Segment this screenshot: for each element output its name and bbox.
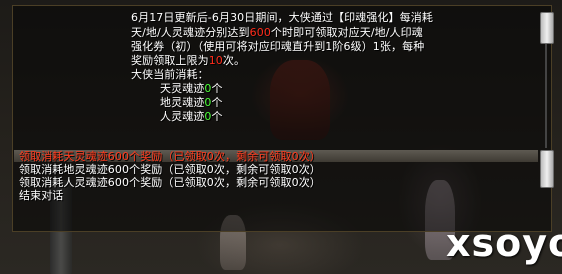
info-line-2: 天/地/人灵魂迹分别达到600个时即可领取对应天/地/人印魂 xyxy=(131,26,423,39)
info-claim-limit: 10 xyxy=(208,54,223,67)
game-scene: 6月17日更新后-6月30日期间，大侠通过【印魂强化】每消耗 天/地/人灵魂迹分… xyxy=(0,0,562,274)
consumption-row-human: 人灵魂迹0个 xyxy=(160,110,223,123)
scrollbar-thumb-options[interactable] xyxy=(540,150,554,188)
scrollbar-track[interactable] xyxy=(545,44,547,148)
consumption-label: 天灵魂迹 xyxy=(160,82,205,95)
info-line-3: 强化券（初）（使用可将对应印魂直升到1阶6级）1张，每种 xyxy=(131,40,424,53)
info-required-count: 600 xyxy=(249,26,271,39)
info-line-1-text: 6月17日更新后-6月30日期间，大侠通过【印魂强化】每消耗 xyxy=(131,11,433,24)
info-line-4-text-b: 次。 xyxy=(222,54,246,67)
option-end-dialog[interactable]: 结束对话 xyxy=(19,189,63,202)
consumption-unit: 个 xyxy=(211,110,223,123)
info-line-4-text-a: 奖励领取上限为 xyxy=(131,54,209,67)
consumption-row-heaven: 天灵魂迹0个 xyxy=(160,82,223,95)
consumption-unit: 个 xyxy=(211,82,223,95)
consumption-unit: 个 xyxy=(211,96,223,109)
scrollbar-thumb-top[interactable] xyxy=(540,12,554,44)
current-consumption-title: 大侠当前消耗： xyxy=(131,68,209,81)
consumption-label: 人灵魂迹 xyxy=(160,110,205,123)
option-claim-human[interactable]: 领取消耗人灵魂迹600个奖励（已领取0次，剩余可领取0次） xyxy=(19,176,321,189)
info-line-2-text-b: 个时即可领取对应天/地/人印魂 xyxy=(270,26,423,39)
consumption-value: 0 xyxy=(204,110,212,123)
option-claim-heaven[interactable]: 领取消耗天灵魂迹600个奖励（已领取0次，剩余可领取0次） xyxy=(19,150,321,163)
consumption-value: 0 xyxy=(204,96,212,109)
info-line-3-text: 强化券（初）（使用可将对应印魂直升到1阶6级）1张，每种 xyxy=(131,40,425,53)
consumption-value: 0 xyxy=(204,82,212,95)
info-line-1: 6月17日更新后-6月30日期间，大侠通过【印魂强化】每消耗 xyxy=(131,11,433,24)
option-claim-earth[interactable]: 领取消耗地灵魂迹600个奖励（已领取0次，剩余可领取0次） xyxy=(19,163,321,176)
info-line-2-text-a: 天/地/人灵魂迹分别达到 xyxy=(131,26,250,39)
consumption-label: 地灵魂迹 xyxy=(160,96,205,109)
info-line-4: 奖励领取上限为10次。 xyxy=(131,54,245,67)
consumption-row-earth: 地灵魂迹0个 xyxy=(160,96,223,109)
watermark-logo: xsoyo xyxy=(446,221,562,265)
